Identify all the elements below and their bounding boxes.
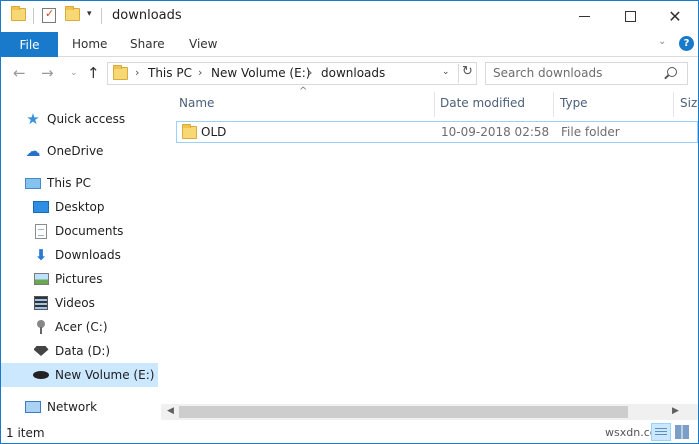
file-type: File folder — [561, 125, 620, 139]
column-header-date-modified[interactable]: Date modified — [440, 96, 525, 110]
close-button[interactable]: ✕ — [652, 1, 698, 32]
sidebar-item-data-d[interactable]: Data (D:) — [1, 339, 158, 363]
sidebar-item-label: Network — [47, 400, 98, 414]
status-bar: 1 item wsxdn.com — [1, 422, 698, 443]
sidebar-item-label: Desktop — [55, 200, 105, 214]
help-icon[interactable]: ? — [679, 36, 694, 51]
qat-separator — [33, 8, 34, 24]
title-bar: ▾ downloads ✕ — [1, 1, 698, 32]
sidebar-item-label: Quick access — [47, 112, 126, 126]
sort-ascending-icon: ^ — [299, 86, 308, 97]
pictures-icon — [33, 271, 49, 287]
address-row: ← → ⌄ ↑ › This PC › New Volume (E:) › do… — [1, 58, 698, 90]
superman-drive-icon — [33, 343, 49, 359]
address-dropdown-icon[interactable]: ⌄ — [442, 67, 450, 77]
up-button[interactable]: ↑ — [87, 64, 100, 82]
forward-button[interactable]: → — [41, 64, 54, 82]
new-folder-icon[interactable] — [65, 6, 80, 21]
sidebar-item-onedrive[interactable]: ☁ OneDrive — [1, 139, 158, 163]
search-icon — [667, 67, 677, 77]
sidebar-item-new-volume-e[interactable]: New Volume (E:) — [1, 363, 158, 387]
column-header-size[interactable]: Size — [680, 96, 698, 110]
column-divider[interactable] — [434, 92, 435, 117]
desktop-icon — [33, 199, 49, 215]
sidebar-item-pictures[interactable]: Pictures — [1, 267, 158, 291]
window-title: downloads — [112, 8, 182, 23]
tab-share[interactable]: Share — [130, 37, 165, 51]
recent-locations-icon[interactable]: ⌄ — [70, 68, 78, 78]
ribbon-collapse-icon[interactable]: ⌄ — [658, 36, 666, 47]
navigation-pane: ★ Quick access ☁ OneDrive This PC Deskto… — [1, 90, 161, 420]
sidebar-item-videos[interactable]: Videos — [1, 291, 158, 315]
tab-view[interactable]: View — [189, 37, 217, 51]
qat-dropdown-icon[interactable]: ▾ — [87, 9, 92, 19]
title-separator — [101, 8, 102, 24]
folder-icon — [11, 6, 26, 21]
scrollbar-thumb[interactable] — [179, 406, 628, 418]
item-count: 1 item — [6, 426, 45, 440]
scroll-left-icon[interactable]: ◀ — [167, 406, 174, 416]
address-folder-icon — [113, 65, 128, 80]
column-divider[interactable] — [553, 92, 554, 117]
batman-drive-icon — [33, 367, 49, 383]
column-header-type[interactable]: Type — [560, 96, 588, 110]
videos-icon — [33, 295, 49, 311]
explorer-window: ▾ downloads ✕ File Home Share View ⌄ ? ←… — [0, 0, 699, 444]
breadcrumb-this-pc[interactable]: This PC — [148, 66, 192, 80]
column-header-name[interactable]: Name — [179, 96, 214, 110]
address-bar[interactable]: › This PC › New Volume (E:) › downloads … — [107, 62, 477, 85]
sidebar-item-quick-access[interactable]: ★ Quick access — [1, 107, 158, 131]
sidebar-item-downloads[interactable]: ⬇ Downloads — [1, 243, 158, 267]
file-list: ^ Name Date modified Type Size OLD 10-09… — [161, 86, 698, 420]
sidebar-item-label: New Volume (E:) — [55, 368, 155, 382]
breadcrumb-downloads[interactable]: downloads — [321, 66, 385, 80]
star-icon: ★ — [26, 110, 40, 128]
sidebar-item-label: Acer (C:) — [55, 320, 108, 334]
network-icon — [25, 399, 41, 415]
file-date-modified: 10-09-2018 02:58 — [441, 125, 550, 139]
details-view-icon[interactable] — [651, 423, 671, 441]
sidebar-item-network[interactable]: Network — [1, 395, 158, 419]
minimize-button[interactable] — [561, 1, 607, 32]
folder-icon — [182, 124, 197, 139]
ribbon-tabs: File Home Share View ⌄ ? — [1, 32, 698, 57]
sidebar-item-documents[interactable]: Documents — [1, 219, 158, 243]
refresh-icon[interactable]: ↻ — [458, 64, 476, 83]
sidebar-item-label: This PC — [47, 176, 91, 190]
sidebar-item-label: Downloads — [55, 248, 121, 262]
tab-file[interactable]: File — [1, 32, 58, 57]
cloud-icon: ☁ — [25, 142, 41, 160]
documents-icon — [33, 223, 49, 239]
sidebar-item-label: Data (D:) — [55, 344, 111, 358]
crumb-separator[interactable]: › — [198, 66, 202, 79]
table-row[interactable]: OLD 10-09-2018 02:58 File folder — [176, 121, 698, 143]
horizontal-scrollbar[interactable]: ◀ ▶ — [161, 404, 698, 420]
sidebar-item-label: Documents — [55, 224, 124, 238]
maximize-button[interactable] — [607, 1, 653, 32]
file-name: OLD — [201, 125, 227, 139]
properties-icon[interactable] — [42, 7, 56, 23]
sidebar-item-label: OneDrive — [47, 144, 104, 158]
download-arrow-icon: ⬇ — [34, 246, 48, 264]
search-placeholder: Search downloads — [493, 66, 603, 80]
search-input[interactable]: Search downloads — [485, 62, 688, 85]
minimize-icon — [578, 16, 590, 17]
back-button[interactable]: ← — [13, 64, 26, 82]
sidebar-item-label: Pictures — [55, 272, 103, 286]
sidebar-item-acer-c[interactable]: Acer (C:) — [1, 315, 158, 339]
column-divider[interactable] — [673, 92, 674, 117]
breadcrumb-new-volume[interactable]: New Volume (E:) — [211, 66, 310, 80]
crumb-separator[interactable]: › — [135, 66, 139, 79]
scroll-right-icon[interactable]: ▶ — [672, 406, 679, 416]
sidebar-item-desktop[interactable]: Desktop — [1, 195, 158, 219]
crumb-separator[interactable]: › — [308, 66, 312, 79]
computer-icon — [25, 175, 41, 191]
large-icons-view-icon[interactable] — [675, 425, 689, 439]
drive-icon — [33, 319, 49, 335]
sidebar-item-label: Videos — [55, 296, 95, 310]
sidebar-item-this-pc[interactable]: This PC — [1, 171, 158, 195]
maximize-icon — [624, 11, 636, 22]
tab-home[interactable]: Home — [72, 37, 107, 51]
